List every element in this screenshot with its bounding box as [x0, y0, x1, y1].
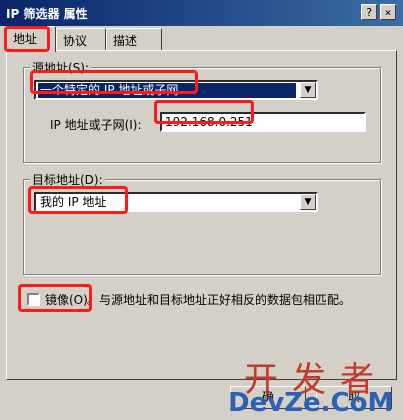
- destination-address-combo-value: 我的 IP 地址: [40, 195, 107, 209]
- tab-address-label: 地址: [13, 32, 38, 46]
- tab-address[interactable]: 地址: [6, 26, 56, 52]
- tab-description-label: 描述: [113, 34, 138, 48]
- window-title: IP 筛选器 属性: [6, 7, 88, 21]
- ip-subnet-input[interactable]: 192.168.0.251: [160, 112, 366, 132]
- mirror-description: 。与源地址和目标地址正好相反的数据包相匹配。: [87, 293, 352, 307]
- ip-subnet-label: IP 地址或子网(I):: [50, 118, 142, 132]
- help-button[interactable]: ?: [361, 4, 377, 20]
- source-address-group: 源地址(S): 一个特定的 IP 地址或子网 ▼ IP 地址或子网(I): 19…: [23, 59, 381, 163]
- tab-protocol[interactable]: 协议: [56, 28, 106, 50]
- mirror-checkbox[interactable]: [27, 293, 40, 306]
- watermark-logo-domain: DevZe.CoM: [228, 388, 394, 418]
- mirror-label[interactable]: 镜像(O): [45, 291, 88, 308]
- title-bar: IP 筛选器 属性 ? ×: [0, 0, 403, 26]
- chevron-down-icon[interactable]: ▼: [300, 82, 316, 98]
- destination-address-group: 目标地址(D): 我的 IP 地址 ▼: [23, 171, 381, 275]
- destination-address-combo[interactable]: 我的 IP 地址 ▼: [34, 192, 318, 212]
- tab-protocol-label: 协议: [63, 34, 88, 48]
- destination-address-label: 目标地址(D):: [30, 171, 105, 188]
- source-address-combo[interactable]: 一个特定的 IP 地址或子网 ▼: [34, 80, 318, 100]
- address-tab-panel: 源地址(S): 一个特定的 IP 地址或子网 ▼ IP 地址或子网(I): 19…: [6, 50, 397, 380]
- close-button[interactable]: ×: [380, 4, 396, 20]
- source-address-label: 源地址(S):: [30, 59, 92, 76]
- tab-description[interactable]: 描述: [106, 28, 162, 50]
- ip-filter-properties-dialog: IP 筛选器 属性 ? × 地址 协议 描述 源地址(S): 一个特定的 IP …: [0, 0, 403, 420]
- chevron-down-icon[interactable]: ▼: [300, 194, 316, 210]
- source-address-combo-value: 一个特定的 IP 地址或子网: [38, 83, 296, 98]
